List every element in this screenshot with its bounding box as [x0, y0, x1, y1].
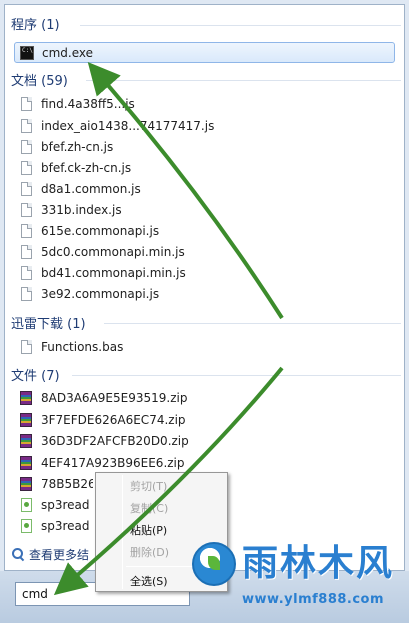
- section-title-downloads: 迅雷下载 (1): [11, 317, 86, 332]
- result-label: bfef.zh-cn.js: [41, 139, 114, 154]
- result-file[interactable]: 36D3DF2AFCFB20D0.zip: [19, 430, 389, 451]
- document-icon: [21, 265, 32, 280]
- result-label: sp3read: [41, 518, 90, 533]
- see-more-label: 查看更多结: [29, 547, 90, 562]
- result-label: bd41.commonapi.min.js: [41, 265, 186, 280]
- result-label: find.4a38ff5...js: [41, 96, 135, 111]
- archive-icon: [20, 455, 32, 470]
- document-icon: [21, 244, 32, 259]
- result-label: cmd.exe: [42, 45, 94, 60]
- result-document[interactable]: index_aio1438...74177417.js: [19, 115, 389, 136]
- section-divider: [104, 323, 401, 324]
- result-label: 78B5B26: [41, 476, 93, 491]
- document-icon: [21, 223, 32, 238]
- result-document[interactable]: 3e92.commonapi.js: [19, 283, 389, 304]
- result-label: 3e92.commonapi.js: [41, 286, 160, 301]
- text-file-icon: [21, 518, 32, 533]
- document-icon: [21, 202, 32, 217]
- archive-icon: [20, 433, 32, 448]
- document-icon: [21, 286, 32, 301]
- result-document[interactable]: 331b.index.js: [19, 199, 389, 220]
- result-file[interactable]: sp3read: [19, 515, 93, 536]
- section-divider: [80, 25, 401, 26]
- search-icon: [12, 548, 24, 560]
- watermark: 雨林木风 www.ylmf888.com: [190, 540, 409, 623]
- result-document[interactable]: find.4a38ff5...js: [19, 93, 389, 114]
- archive-icon: [20, 412, 32, 427]
- result-label: Functions.bas: [41, 339, 124, 354]
- result-label: 8AD3A6A9E5E93519.zip: [41, 390, 188, 405]
- document-icon: [21, 96, 32, 111]
- result-label: sp3read: [41, 497, 90, 512]
- watermark-logo-icon: [192, 542, 236, 586]
- result-label: index_aio1438...74177417.js: [41, 118, 215, 133]
- document-icon: [21, 181, 32, 196]
- section-title-programs: 程序 (1): [11, 18, 60, 33]
- result-document[interactable]: d8a1.common.js: [19, 178, 389, 199]
- document-icon: [21, 139, 32, 154]
- result-label: d8a1.common.js: [41, 181, 141, 196]
- result-file[interactable]: sp3read: [19, 494, 93, 515]
- result-document[interactable]: 5dc0.commonapi.min.js: [19, 241, 389, 262]
- result-label: 331b.index.js: [41, 202, 122, 217]
- section-divider: [72, 375, 401, 376]
- result-cmd-exe[interactable]: cmd.exe: [14, 42, 395, 63]
- text-file-icon: [21, 497, 32, 512]
- result-document[interactable]: bfef.ck-zh-cn.js: [19, 157, 389, 178]
- result-document[interactable]: bfef.zh-cn.js: [19, 136, 389, 157]
- result-file[interactable]: 78B5B26: [19, 473, 93, 494]
- result-label: bfef.ck-zh-cn.js: [41, 160, 132, 175]
- document-icon: [21, 160, 32, 175]
- menu-item-copy[interactable]: 复制(C): [96, 497, 227, 519]
- watermark-title: 雨林木风: [242, 543, 395, 584]
- archive-icon: [20, 390, 32, 405]
- result-file[interactable]: 3F7EFDE626A6EC74.zip: [19, 409, 389, 430]
- archive-icon: [20, 476, 32, 491]
- result-file[interactable]: 4EF417A923B96EE6.zip: [19, 452, 389, 473]
- menu-item-paste[interactable]: 粘贴(P): [96, 519, 227, 541]
- result-file[interactable]: 8AD3A6A9E5E93519.zip: [19, 387, 389, 408]
- menu-item-cut[interactable]: 剪切(T): [96, 475, 227, 497]
- result-label: 4EF417A923B96EE6.zip: [41, 455, 185, 470]
- document-icon: [21, 339, 32, 354]
- result-download[interactable]: Functions.bas: [19, 336, 389, 357]
- result-label: 36D3DF2AFCFB20D0.zip: [41, 433, 189, 448]
- result-label: 5dc0.commonapi.min.js: [41, 244, 185, 259]
- watermark-url: www.ylmf888.com: [242, 592, 385, 607]
- section-divider: [86, 80, 401, 81]
- cmd-icon: [20, 45, 34, 60]
- result-label: 3F7EFDE626A6EC74.zip: [41, 412, 186, 427]
- section-title-files: 文件 (7): [11, 369, 60, 384]
- result-document[interactable]: bd41.commonapi.min.js: [19, 262, 389, 283]
- section-title-documents: 文档 (59): [11, 74, 68, 89]
- result-label: 615e.commonapi.js: [41, 223, 160, 238]
- document-icon: [21, 118, 32, 133]
- result-document[interactable]: 615e.commonapi.js: [19, 220, 389, 241]
